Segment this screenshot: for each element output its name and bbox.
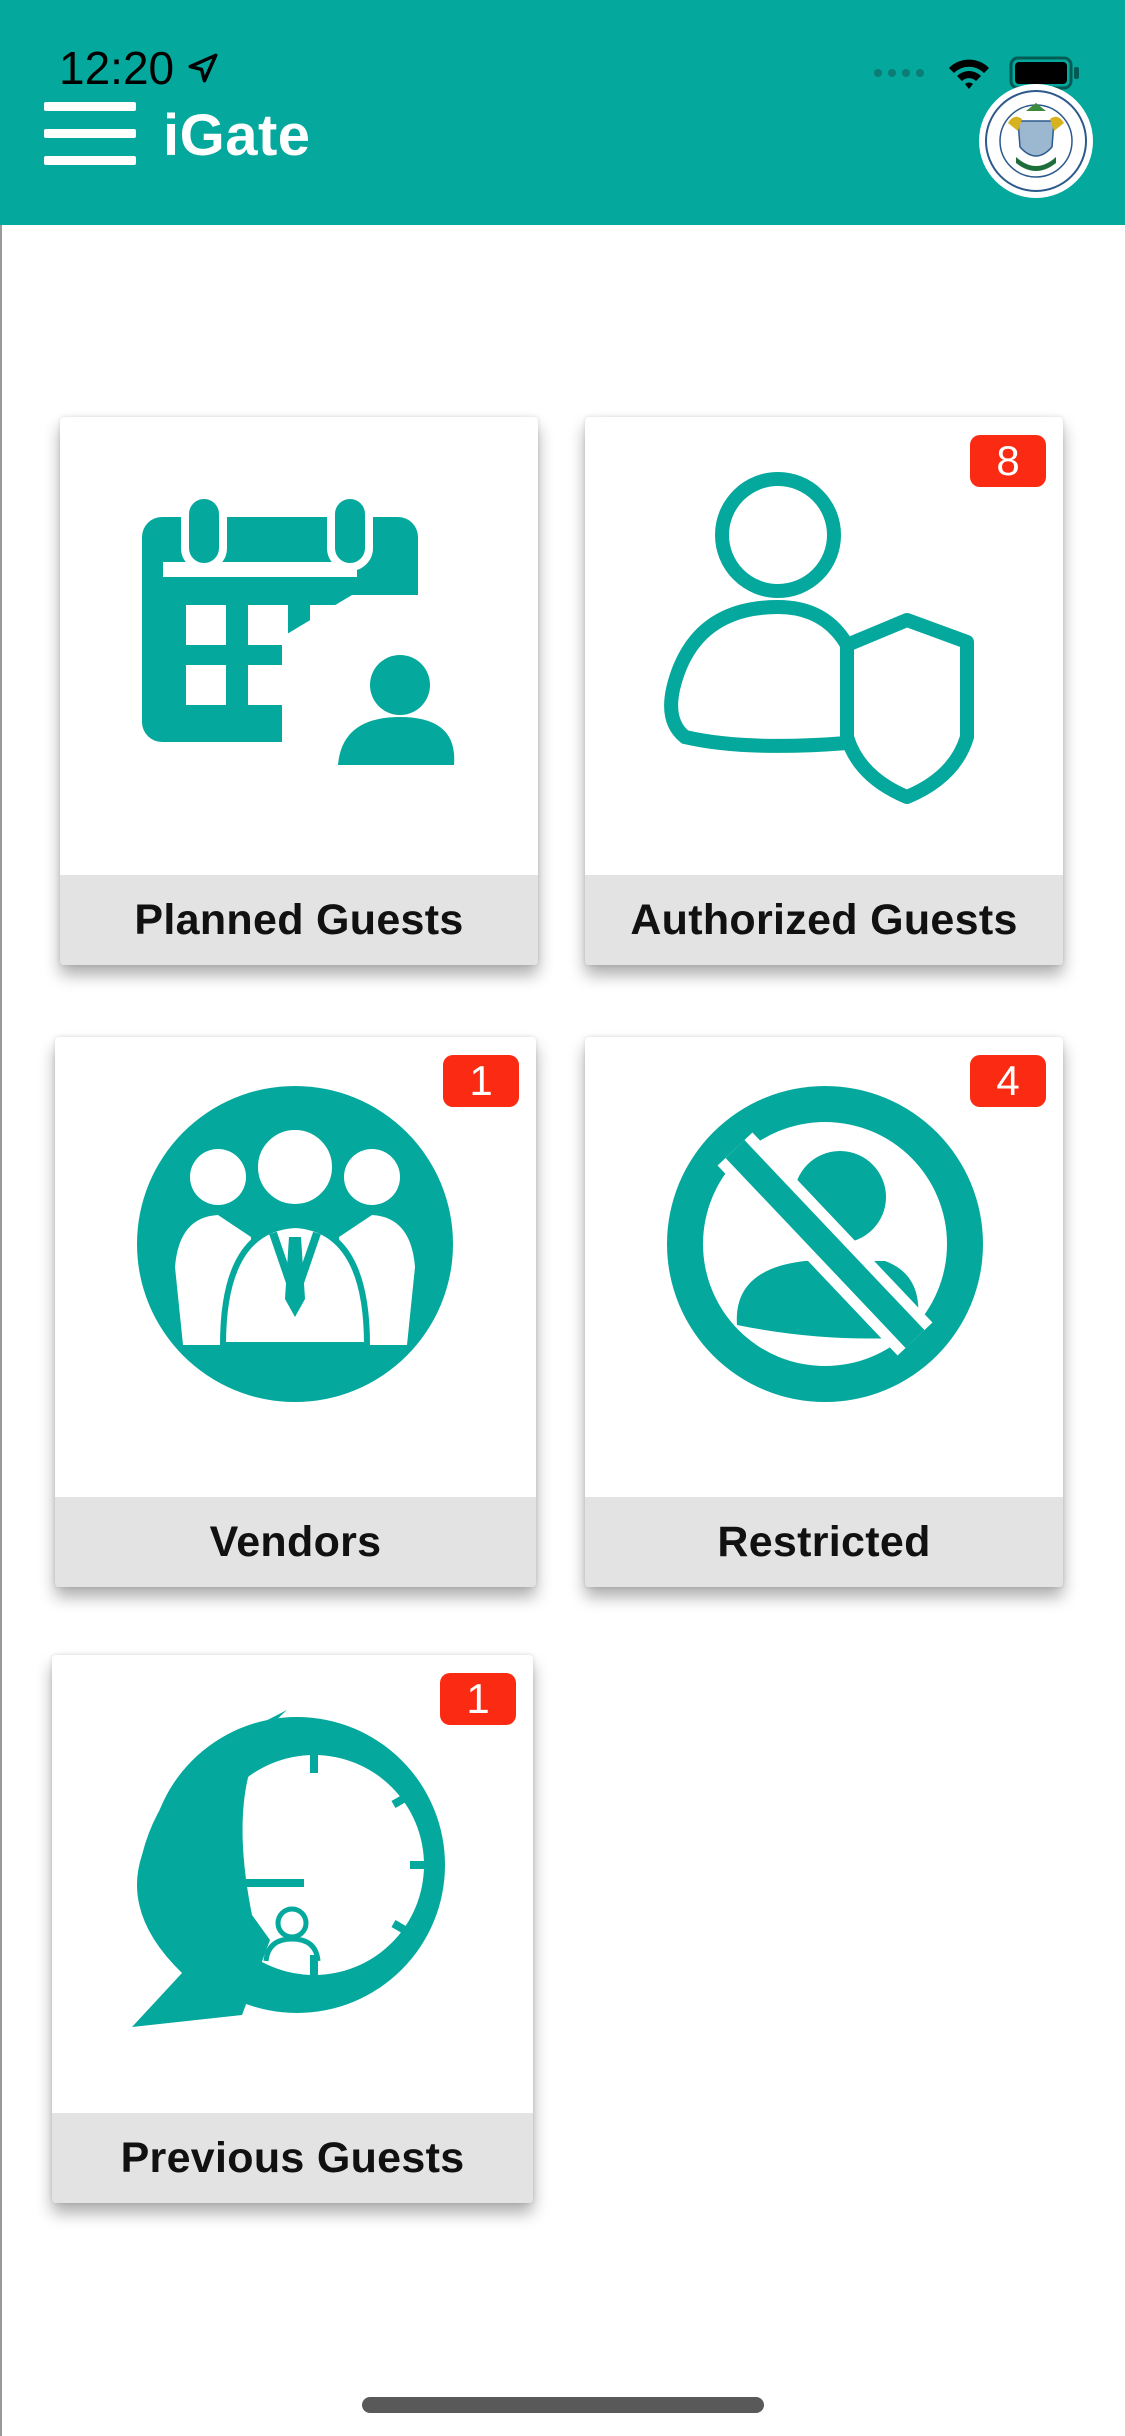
tile-previous-guests[interactable]: 1 Previous Guests	[52, 1655, 533, 2203]
company-seal-logo	[979, 84, 1093, 198]
home-indicator[interactable]	[362, 2397, 764, 2413]
notification-badge: 1	[440, 1673, 516, 1725]
notification-badge: 1	[443, 1055, 519, 1107]
tile-label: Vendors	[55, 1497, 536, 1587]
status-time: 12:20	[59, 38, 220, 98]
tile-label: Authorized Guests	[585, 875, 1063, 965]
tile-vendors[interactable]: 1 Vendors	[55, 1037, 536, 1587]
tile-label: Previous Guests	[52, 2113, 533, 2203]
notification-badge: 8	[970, 435, 1046, 487]
status-time-text: 12:20	[59, 42, 175, 94]
tile-restricted[interactable]: 4 Restricted	[585, 1037, 1063, 1587]
location-arrow-icon	[188, 53, 218, 83]
cellular-signal-icon	[874, 69, 924, 77]
tile-planned-guests[interactable]: Planned Guests	[60, 417, 538, 965]
calendar-person-icon	[142, 491, 455, 765]
hamburger-menu-button[interactable]	[44, 102, 138, 166]
tile-label: Restricted	[585, 1497, 1063, 1587]
tile-authorized-guests[interactable]: 8 Authorized Guests	[585, 417, 1063, 965]
notification-badge: 4	[970, 1055, 1046, 1107]
left-edge-divider	[0, 225, 2, 2436]
app-header: 12:20 iGate	[0, 0, 1125, 225]
app-title: iGate	[163, 103, 311, 168]
tile-label: Planned Guests	[60, 875, 538, 965]
